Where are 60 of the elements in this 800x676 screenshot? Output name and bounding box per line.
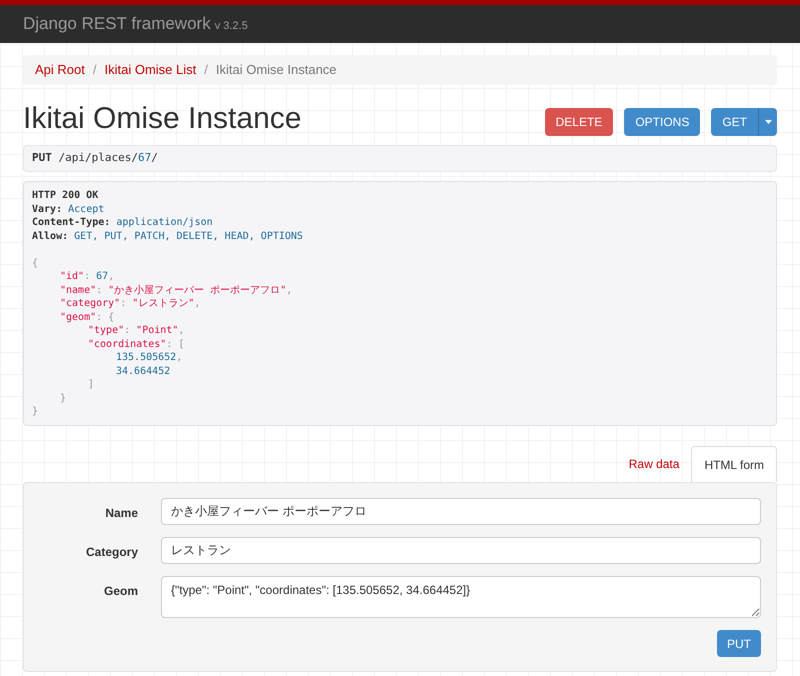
- caret-icon: [764, 120, 772, 124]
- header-value: GET, PUT, PATCH, DELETE, HEAD, OPTIONS: [74, 230, 303, 243]
- version-label: v 3.2.5: [214, 18, 248, 34]
- json-punctuation: : [: [166, 338, 184, 351]
- brand-title[interactable]: Django REST framework: [23, 11, 211, 37]
- header-key: Content-Type:: [32, 216, 116, 230]
- geom-textarea[interactable]: {"type": "Point", "coordinates": [135.505652, 34.664452]}: [161, 576, 761, 618]
- json-punctuation: }: [60, 392, 66, 405]
- json-punctuation: ,: [176, 351, 182, 364]
- json-string: "id": [60, 270, 84, 284]
- form-tab[interactable]: HTML form: [691, 446, 777, 482]
- delete-button[interactable]: DELETE: [544, 108, 614, 136]
- json-string: "type": [88, 324, 124, 338]
- get-button[interactable]: GET: [711, 108, 758, 136]
- header-key: Vary:: [32, 202, 68, 216]
- field-label: Geom: [102, 583, 139, 600]
- dropdown-toggle[interactable]: [758, 108, 777, 136]
- request-id: 67: [138, 150, 152, 166]
- json-string: "geom": [60, 310, 96, 324]
- json-string: "かき小屋フィーバー ポーポーアフロ": [108, 284, 286, 297]
- text-input[interactable]: レストラン: [161, 537, 761, 564]
- json-punctuation: ]: [88, 378, 94, 392]
- json-punctuation: ,: [194, 297, 200, 310]
- json-punctuation: :: [124, 324, 132, 338]
- json-punctuation: :: [96, 284, 104, 297]
- json-punctuation: ,: [286, 284, 292, 297]
- request-path: /api/places/: [58, 150, 138, 166]
- request-path-end: /: [151, 150, 158, 166]
- json-punctuation: {: [32, 256, 38, 270]
- json-string: "category": [60, 297, 120, 310]
- json-string: "name": [60, 284, 96, 297]
- response-status: HTTP 200 OK: [32, 189, 100, 202]
- field-label: Name: [104, 505, 139, 522]
- json-punctuation: ,: [108, 270, 114, 284]
- header-value: application/json: [116, 216, 213, 230]
- breadcrumb-link[interactable]: Ikitai Omise List: [104, 60, 196, 80]
- json-punctuation: }: [32, 405, 38, 418]
- form-tab[interactable]: Raw data: [616, 446, 692, 482]
- page-title: Ikitai Omise Instance: [23, 101, 302, 137]
- breadcrumb-link[interactable]: Api Root: [35, 60, 85, 80]
- breadcrumb-separator: /: [92, 61, 98, 80]
- header-value: Accept: [68, 202, 104, 216]
- json-string: "coordinates": [88, 338, 166, 351]
- json-number: 34.664452: [116, 364, 170, 378]
- put-button[interactable]: PUT: [717, 630, 761, 657]
- text-input[interactable]: かき小屋フィーバー ポーポーアフロ: [161, 498, 761, 525]
- json-punctuation: :: [120, 297, 128, 310]
- json-string: "レストラン": [132, 297, 194, 310]
- json-punctuation: ,: [178, 324, 184, 338]
- breadcrumb-separator: /: [203, 61, 209, 80]
- json-number: 135.505652: [116, 351, 176, 364]
- json-string: "Point": [136, 324, 178, 338]
- request-method: PUT: [32, 150, 53, 166]
- json-punctuation: :: [84, 270, 92, 284]
- header-key: Allow:: [32, 230, 74, 243]
- options-button[interactable]: OPTIONS: [624, 108, 700, 136]
- field-label: Category: [84, 544, 139, 561]
- json-number: 67: [96, 270, 108, 284]
- json-punctuation: : {: [96, 310, 114, 324]
- breadcrumb-link[interactable]: Ikitai Omise Instance: [216, 60, 337, 80]
